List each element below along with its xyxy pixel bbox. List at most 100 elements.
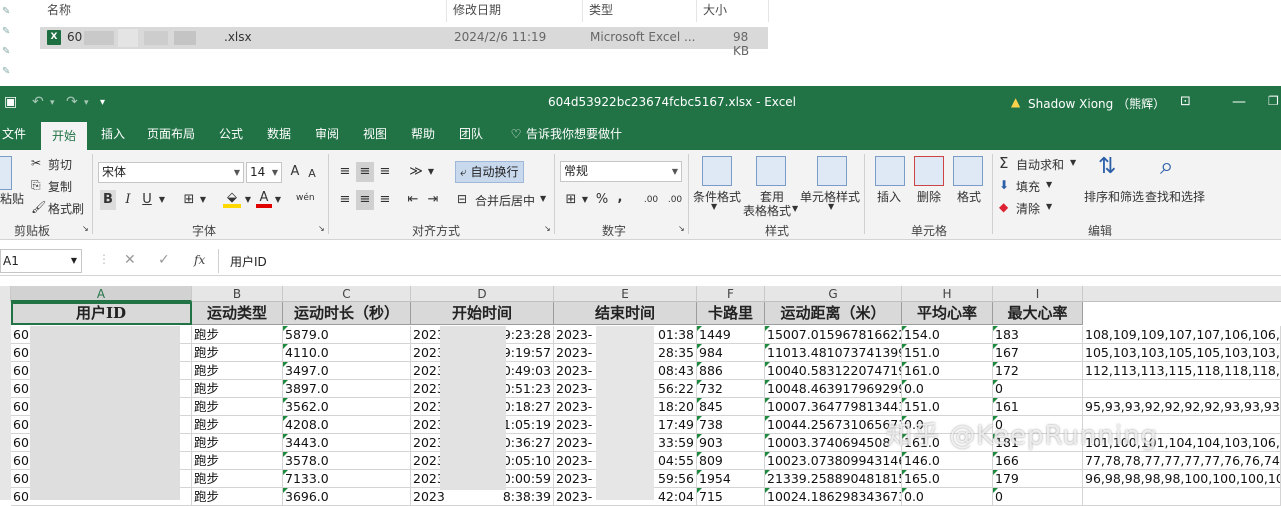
cell-j[interactable]: 108,109,109,107,107,106,106,107 bbox=[1083, 326, 1281, 344]
cell-b[interactable]: 跑步 bbox=[192, 398, 283, 416]
cell-j[interactable] bbox=[1083, 380, 1281, 398]
redo-dropdown-icon[interactable]: ▾ bbox=[84, 98, 89, 108]
dialog-launcher-icon[interactable]: ↘ bbox=[318, 224, 325, 233]
percent-button[interactable]: % bbox=[594, 190, 610, 210]
borders-icon[interactable]: ⊞ bbox=[180, 190, 198, 210]
cell-f[interactable]: 845 bbox=[697, 398, 765, 416]
tell-me-search[interactable]: 告诉我你想要做什么 bbox=[526, 120, 630, 169]
chevron-down-icon[interactable]: ▼ bbox=[792, 204, 798, 213]
align-center-icon[interactable]: ≡ bbox=[356, 190, 374, 210]
tab-help[interactable]: 帮助 bbox=[408, 120, 438, 150]
cell-j[interactable]: 96,98,98,98,98,100,100,100,100,1 bbox=[1083, 470, 1281, 488]
header-cell-max-hr[interactable]: 最大心率 bbox=[993, 302, 1083, 325]
undo-icon[interactable]: ↶ bbox=[32, 94, 44, 110]
format-painter-icon[interactable]: 🖌 bbox=[31, 200, 46, 214]
dialog-launcher-icon[interactable]: ↘ bbox=[678, 224, 685, 233]
increase-indent-icon[interactable]: ⇥ bbox=[424, 190, 442, 210]
copy-button[interactable]: 复制 bbox=[48, 178, 72, 195]
format-cells-icon[interactable] bbox=[953, 156, 983, 186]
save-icon[interactable]: ▣ bbox=[4, 94, 17, 110]
tab-view[interactable]: 视图 bbox=[360, 120, 390, 150]
font-name-select[interactable]: 宋体 ▼ bbox=[98, 162, 244, 183]
col-header-d[interactable]: D bbox=[411, 286, 554, 302]
pin-icon[interactable]: ✎ bbox=[2, 66, 10, 77]
cell-j[interactable] bbox=[1083, 488, 1281, 506]
cell-g[interactable]: 10040.583122074719 bbox=[765, 362, 902, 380]
align-left-icon[interactable]: ≡ bbox=[336, 190, 354, 210]
column-header-name[interactable]: 名称 bbox=[47, 0, 71, 22]
cut-button[interactable]: 剪切 bbox=[48, 156, 72, 173]
cell-i[interactable]: 172 bbox=[993, 362, 1083, 380]
account-name[interactable]: Shadow Xiong （熊辉） bbox=[1028, 95, 1165, 112]
file-row[interactable]: X 60 .xlsx 2024/2/6 11:19 Microsoft Exce… bbox=[40, 27, 768, 58]
grow-font-button[interactable]: A bbox=[288, 162, 302, 182]
cell-g[interactable]: 21339.258890481815 bbox=[765, 470, 902, 488]
cell-j[interactable]: 95,93,93,92,92,92,92,93,93,93,93, bbox=[1083, 398, 1281, 416]
tab-review[interactable]: 审阅 bbox=[312, 120, 342, 150]
cell-c[interactable]: 3443.0 bbox=[283, 434, 411, 452]
cell-c[interactable]: 5879.0 bbox=[283, 326, 411, 344]
align-bottom-icon[interactable]: ≡ bbox=[376, 162, 394, 182]
cell-g[interactable]: 10007.364779813443 bbox=[765, 398, 902, 416]
cell-c[interactable]: 4208.0 bbox=[283, 416, 411, 434]
chevron-down-icon[interactable]: ▼ bbox=[273, 190, 283, 210]
col-header-a[interactable]: A bbox=[11, 286, 192, 302]
formula-input[interactable]: 用户ID bbox=[230, 253, 267, 270]
cell-c[interactable]: 3497.0 bbox=[283, 362, 411, 380]
clear-button[interactable]: 清除 bbox=[1016, 200, 1040, 217]
column-header-modified[interactable]: 修改日期 bbox=[453, 0, 501, 22]
cell-f[interactable]: 809 bbox=[697, 452, 765, 470]
increase-decimal-button[interactable]: .00 bbox=[640, 190, 662, 210]
delete-cells-icon[interactable] bbox=[914, 156, 944, 186]
chevron-down-icon[interactable]: ▼ bbox=[157, 190, 167, 210]
cell-c[interactable]: 4110.0 bbox=[283, 344, 411, 362]
header-cell-avg-hr[interactable]: 平均心率 bbox=[902, 302, 993, 325]
pin-icon[interactable]: ✎ bbox=[2, 26, 10, 37]
fill-button[interactable]: 填充 bbox=[1016, 178, 1040, 195]
tab-home[interactable]: 开始 bbox=[41, 120, 87, 150]
select-all-corner[interactable] bbox=[0, 286, 11, 302]
copy-icon[interactable]: ⎘ bbox=[31, 178, 41, 193]
header-cell-end-time[interactable]: 结束时间 bbox=[554, 302, 697, 325]
header-cell-distance[interactable]: 运动距离（米） bbox=[765, 302, 902, 325]
col-header-j[interactable] bbox=[1083, 286, 1281, 302]
tab-file[interactable]: 文件 bbox=[0, 120, 28, 150]
fill-icon[interactable]: ⬇ bbox=[999, 178, 1009, 192]
customize-toolbar-icon[interactable]: ▾ bbox=[100, 97, 105, 108]
header-cell-calories[interactable]: 卡路里 bbox=[697, 302, 765, 325]
cell-f[interactable]: 1449 bbox=[697, 326, 765, 344]
paste-icon[interactable] bbox=[0, 156, 12, 190]
col-header-f[interactable]: F bbox=[697, 286, 765, 302]
tab-formulas[interactable]: 公式 bbox=[216, 120, 246, 150]
cell-b[interactable]: 跑步 bbox=[192, 488, 283, 506]
cell-i[interactable]: 161 bbox=[993, 398, 1083, 416]
cell-g[interactable]: 10023.073809943146 bbox=[765, 452, 902, 470]
cell-f[interactable]: 738 bbox=[697, 416, 765, 434]
tab-page-layout[interactable]: 页面布局 bbox=[145, 120, 197, 150]
accounting-format-icon[interactable]: ⊞ bbox=[562, 190, 580, 210]
column-header-size[interactable]: 大小 bbox=[703, 0, 727, 22]
decrease-indent-icon[interactable]: ⇤ bbox=[404, 190, 422, 210]
sort-filter-button[interactable]: 排序和筛选 bbox=[1084, 188, 1144, 205]
cell-i[interactable]: 0 bbox=[993, 380, 1083, 398]
fill-color-icon[interactable]: ⬙ bbox=[223, 188, 241, 208]
cell-b[interactable]: 跑步 bbox=[192, 344, 283, 362]
cell-g[interactable]: 15007.015967816622 bbox=[765, 326, 902, 344]
insert-cells-button[interactable]: 插入 bbox=[877, 188, 901, 205]
cell-b[interactable]: 跑步 bbox=[192, 362, 283, 380]
comma-style-button[interactable]: , bbox=[614, 188, 626, 208]
italic-button[interactable]: I bbox=[121, 190, 135, 210]
align-middle-icon[interactable]: ≡ bbox=[356, 162, 374, 182]
dialog-launcher-icon[interactable]: ↘ bbox=[544, 224, 551, 233]
decrease-decimal-button[interactable]: .00 bbox=[664, 190, 686, 210]
header-cell-user-id[interactable]: 用户ID bbox=[11, 302, 192, 325]
cell-g[interactable]: 11013.481073741399 bbox=[765, 344, 902, 362]
format-as-table-icon[interactable] bbox=[756, 156, 786, 186]
row-headers[interactable] bbox=[0, 302, 11, 500]
autosum-button[interactable]: 自动求和 bbox=[1016, 156, 1064, 173]
cell-i[interactable]: 0 bbox=[993, 488, 1083, 506]
cut-icon[interactable]: ✂ bbox=[31, 156, 41, 170]
cell-j[interactable]: 105,103,103,105,105,103,103,102 bbox=[1083, 344, 1281, 362]
tab-data[interactable]: 数据 bbox=[264, 120, 294, 150]
cell-i[interactable]: 183 bbox=[993, 326, 1083, 344]
